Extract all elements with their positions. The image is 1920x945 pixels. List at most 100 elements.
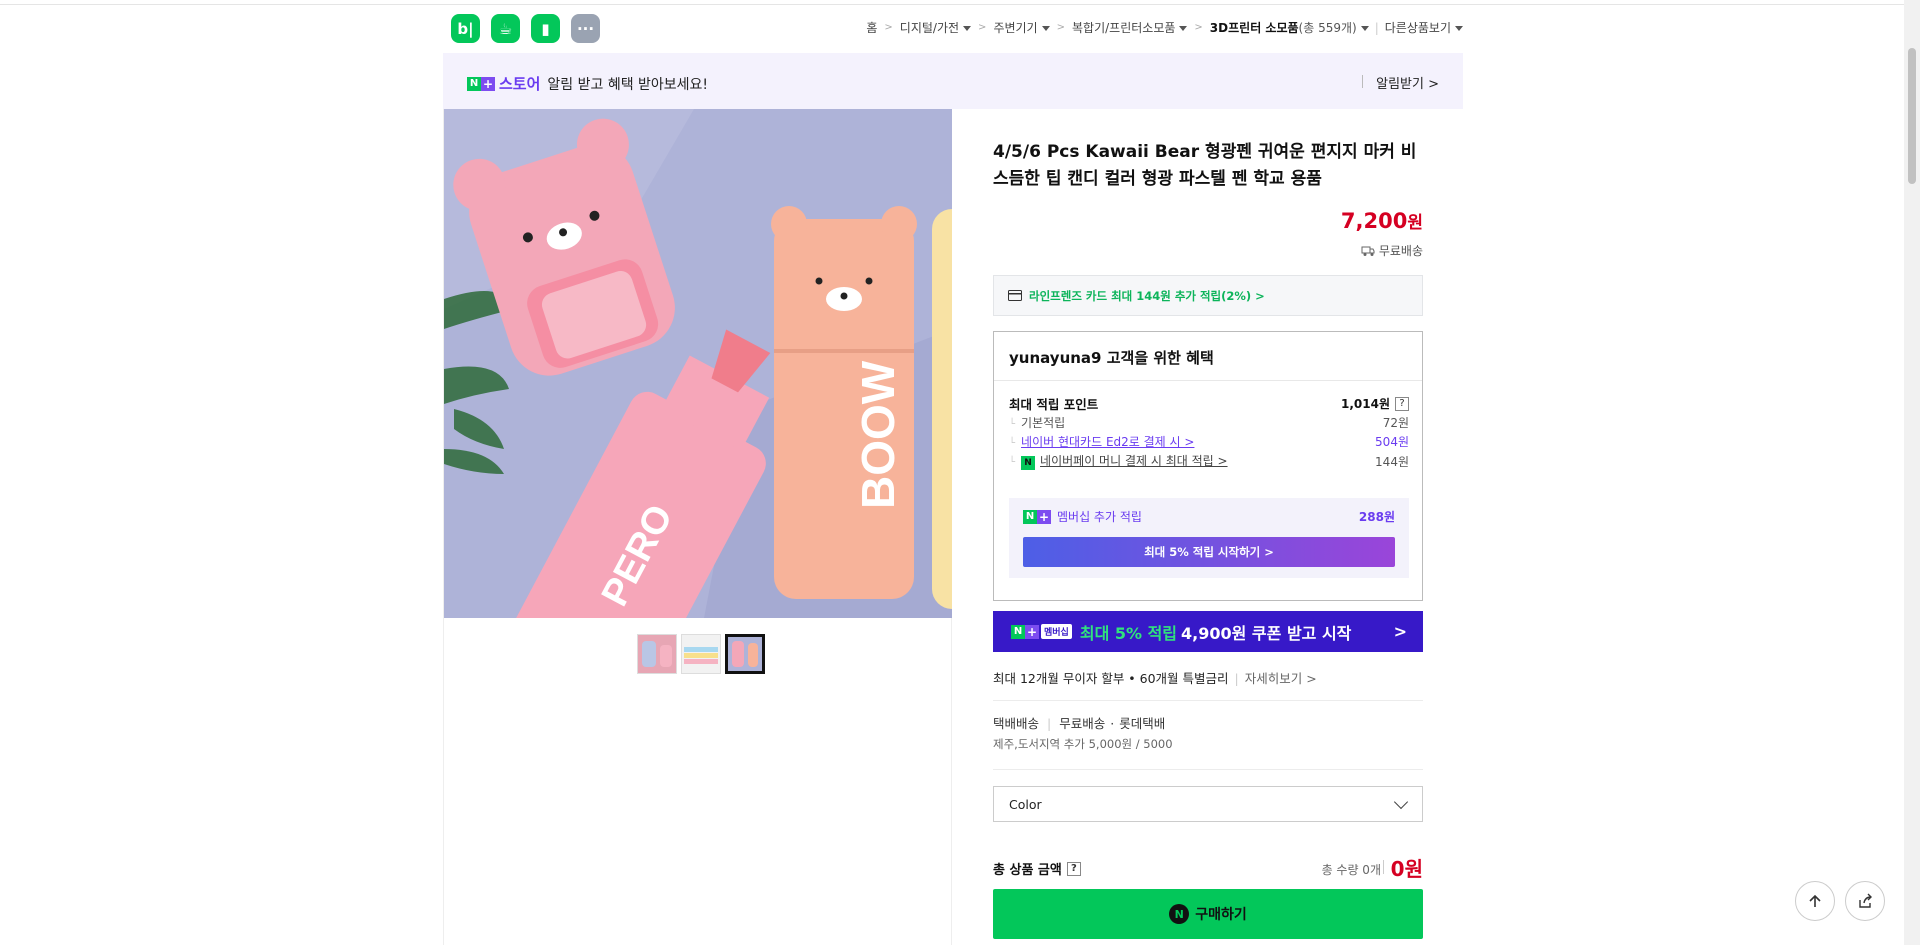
breadcrumb-digital[interactable]: 디지털/가전 bbox=[900, 19, 972, 36]
alarm-button[interactable]: 알림받기 > bbox=[1362, 73, 1439, 92]
total-quantity: 총 수량 0개 bbox=[1321, 863, 1381, 877]
bookmark-icon[interactable]: ▮ bbox=[531, 14, 560, 43]
membership-start-button[interactable]: 최대 5% 적립 시작하기 > bbox=[1023, 537, 1395, 567]
points-row-card: 네이버 현대카드 Ed2로 결제 시 > 504원 bbox=[1009, 433, 1409, 450]
blog-icon[interactable]: b| bbox=[451, 14, 480, 43]
product-photo: PERO BOOW bbox=[444, 109, 952, 618]
card-benefit[interactable]: 라인프렌즈 카드 최대 144원 추가 적립(2%) > bbox=[993, 275, 1423, 316]
naver-n-icon: N bbox=[1023, 509, 1037, 524]
breadcrumb-current[interactable]: 3D프린터 소모품(총 559개) bbox=[1210, 19, 1369, 36]
store-alert-banner: N + 스토어 알림 받고 혜택 받아보세요! 알림받기 > bbox=[443, 53, 1463, 109]
delivery-fee: 무료배송 bbox=[1059, 716, 1106, 731]
help-icon[interactable]: ? bbox=[1066, 861, 1081, 876]
delivery-carrier: 롯데택배 bbox=[1119, 716, 1166, 731]
dot-separator: · bbox=[1110, 716, 1115, 731]
naver-pay-icon: N bbox=[1021, 456, 1036, 470]
pen-label-boow: BOOW bbox=[852, 360, 904, 509]
buy-button[interactable]: N 구매하기 bbox=[993, 889, 1423, 939]
naver-n-icon: N bbox=[1011, 624, 1025, 639]
thumbnail-image bbox=[682, 635, 720, 673]
cafe-icon[interactable]: ☕ bbox=[491, 14, 520, 43]
chevron-right-icon: > bbox=[1393, 622, 1407, 641]
dropdown-icon bbox=[1041, 26, 1050, 31]
product-image-area: PERO BOOW bbox=[443, 109, 952, 945]
shipping-label: 무료배송 bbox=[1378, 244, 1423, 258]
card-benefit-text: 라인프렌즈 카드 최대 144원 추가 적립(2%) > bbox=[1029, 288, 1265, 303]
price-unit: 원 bbox=[1407, 213, 1423, 233]
max-points-label: 최대 적립 포인트 bbox=[1009, 397, 1099, 412]
banner-message: 알림 받고 혜택 받아보세요! bbox=[547, 76, 709, 93]
points-label[interactable]: N네이버페이 머니 결제 시 최대 적립 > bbox=[1009, 452, 1228, 470]
arrow-up-icon bbox=[1809, 894, 1821, 907]
other-products-link[interactable]: 다른상품보기 bbox=[1385, 19, 1463, 36]
help-icon[interactable]: ? bbox=[1395, 396, 1409, 411]
membership-coupon-banner[interactable]: N + 멤버십 최대 5% 적립 4,900원 쿠폰 받고 시작 > bbox=[993, 611, 1423, 652]
scrollbar[interactable] bbox=[1904, 0, 1920, 945]
points-value: 504원 bbox=[1375, 435, 1409, 449]
buy-button-label: 구매하기 bbox=[1195, 907, 1247, 923]
points-row-basic: 기본적립 72원 bbox=[1009, 414, 1409, 431]
product-price: 7,200원 bbox=[1341, 208, 1423, 233]
coupon-highlight: 최대 5% 적립 bbox=[1079, 623, 1178, 643]
max-points-value: 1,014원 bbox=[1341, 397, 1390, 411]
divider bbox=[993, 769, 1423, 770]
dropdown-icon bbox=[963, 26, 972, 31]
plus-icon: + bbox=[481, 76, 495, 91]
membership-label: 멤버십 추가 적립 bbox=[1057, 510, 1142, 524]
divider: | bbox=[1374, 20, 1379, 35]
chevron-right-icon: > bbox=[1056, 22, 1065, 33]
header: b| ☕ ▮ ··· 홈 > 디지털/가전 > 주변기기 > 복합기/프린터소모… bbox=[443, 12, 1463, 44]
total-sum: 0원 bbox=[1382, 853, 1423, 882]
total-price-row: 총 상품 금액? 총 수량 0개 0원 bbox=[993, 851, 1423, 881]
max-points-row: 최대 적립 포인트 1,014원? bbox=[1009, 394, 1409, 413]
product-main-image[interactable]: PERO BOOW bbox=[444, 109, 952, 618]
credit-card-icon bbox=[1008, 290, 1022, 301]
breadcrumb-home[interactable]: 홈 bbox=[866, 19, 877, 36]
plus-icon: + bbox=[1037, 509, 1051, 524]
divider bbox=[993, 700, 1423, 701]
chevron-right-icon: > bbox=[1194, 22, 1203, 33]
share-button[interactable] bbox=[1845, 881, 1885, 921]
total-label: 총 상품 금액? bbox=[993, 859, 1081, 878]
installment-info: 최대 12개월 무이자 할부 • 60개월 특별금리 | 자세히보기 > bbox=[993, 668, 1317, 687]
dropdown-icon bbox=[1360, 26, 1369, 31]
price-value: 7,200 bbox=[1340, 209, 1408, 233]
thumbnail-3[interactable] bbox=[725, 634, 765, 674]
thumbnail-image bbox=[638, 635, 676, 673]
divider bbox=[994, 380, 1422, 381]
benefit-title: yunayuna9 고객을 위한 혜택 bbox=[1009, 349, 1214, 367]
naver-n-icon: N bbox=[467, 76, 481, 91]
chevron-right-icon: > bbox=[884, 22, 893, 33]
installment-more-link[interactable]: 자세히보기 > bbox=[1245, 671, 1317, 686]
divider: | bbox=[1047, 716, 1052, 731]
scroll-top-button[interactable] bbox=[1795, 881, 1835, 921]
option-select[interactable]: Color bbox=[993, 786, 1423, 822]
customer-benefit-box: yunayuna9 고객을 위한 혜택 최대 적립 포인트 1,014원? 기본… bbox=[993, 331, 1423, 601]
thumbnail-2[interactable] bbox=[681, 634, 721, 674]
points-value: 72원 bbox=[1382, 416, 1409, 430]
store-label: 스토어 bbox=[499, 75, 541, 93]
breadcrumb-peripherals[interactable]: 주변기기 bbox=[993, 19, 1050, 36]
membership-value: 288원 bbox=[1358, 510, 1395, 524]
plus-icon: + bbox=[1025, 624, 1039, 639]
dropdown-icon bbox=[1455, 26, 1463, 31]
breadcrumb: 홈 > 디지털/가전 > 주변기기 > 복합기/프린터소모품 > 3D프린터 소… bbox=[866, 19, 1463, 36]
points-label[interactable]: 네이버 현대카드 Ed2로 결제 시 > bbox=[1009, 433, 1194, 450]
thumbnail-list bbox=[637, 634, 765, 674]
share-icon bbox=[1859, 893, 1872, 908]
breadcrumb-printer[interactable]: 복합기/프린터소모품 bbox=[1072, 19, 1188, 36]
installment-text: 최대 12개월 무이자 할부 • 60개월 특별금리 bbox=[993, 671, 1229, 686]
more-icon[interactable]: ··· bbox=[571, 14, 600, 43]
coupon-text: 4,900원 쿠폰 받고 시작 bbox=[1181, 623, 1352, 643]
thumbnail-1[interactable] bbox=[637, 634, 677, 674]
scrollbar-thumb[interactable] bbox=[1908, 48, 1916, 184]
delivery-info: 택배배송 | 무료배송 · 롯데택배 bbox=[993, 713, 1165, 732]
page: b| ☕ ▮ ··· 홈 > 디지털/가전 > 주변기기 > 복합기/프린터소모… bbox=[443, 0, 1463, 945]
membership-row: N + 멤버십 추가 적립 288원 bbox=[1023, 508, 1395, 525]
nplus-store-logo: N + 스토어 알림 받고 혜택 받아보세요! bbox=[467, 73, 708, 94]
points-value: 144원 bbox=[1375, 454, 1409, 469]
thumbnail-image bbox=[728, 637, 762, 671]
product-title: 4/5/6 Pcs Kawaii Bear 형광펜 귀여운 편지지 마커 비스듬… bbox=[993, 142, 1417, 189]
points-label: 기본적립 bbox=[1009, 414, 1065, 431]
delivery-type: 택배배송 bbox=[993, 716, 1040, 731]
